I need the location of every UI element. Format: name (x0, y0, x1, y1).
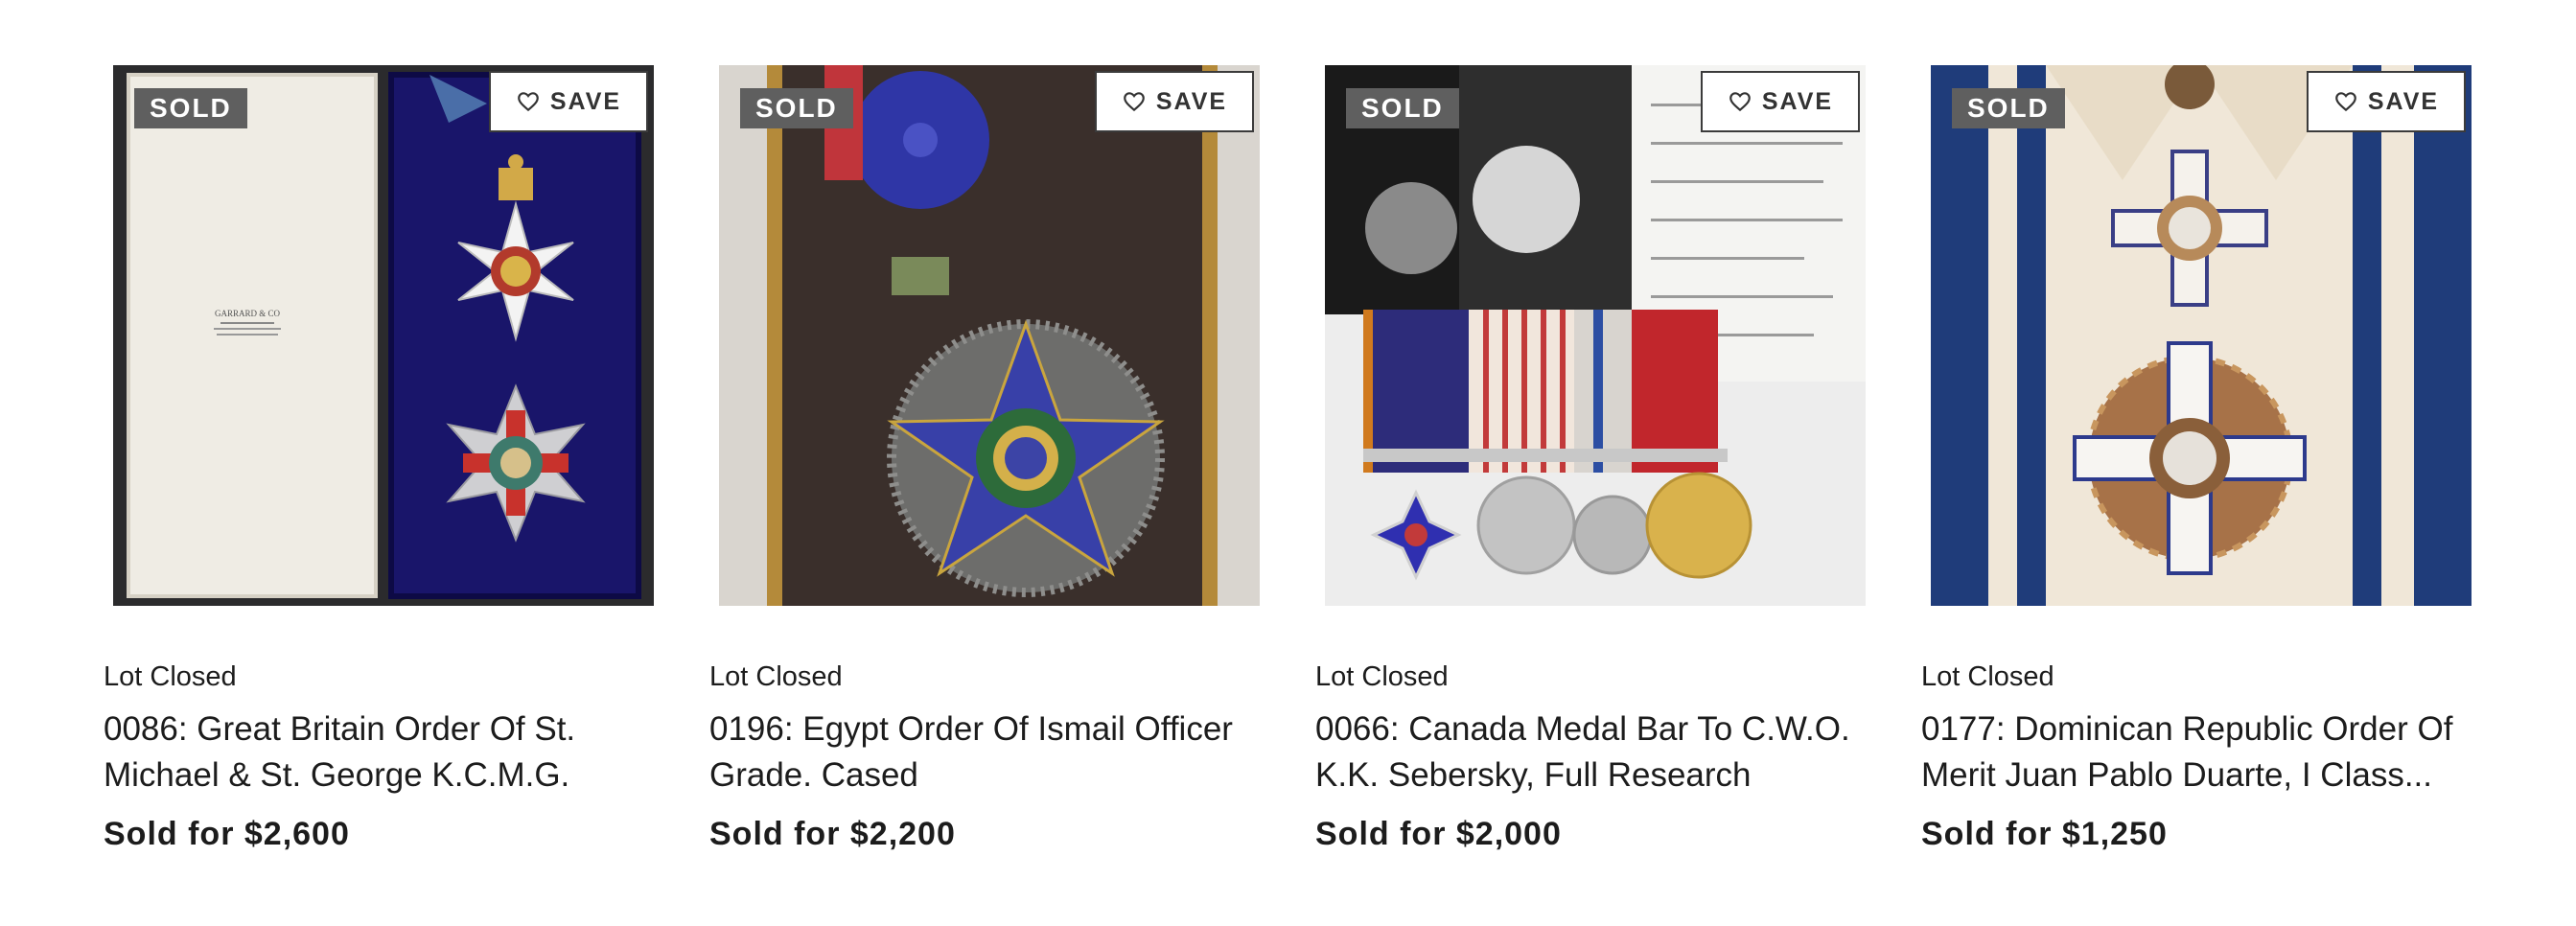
lot-title[interactable]: 0086: Great Britain Order Of St. Michael… (104, 706, 660, 799)
svg-text:GARRARD & CO: GARRARD & CO (215, 309, 281, 318)
lot-image[interactable]: GARRARD & CO SOLD SAVE (113, 65, 654, 606)
save-button[interactable]: SAVE (2307, 71, 2466, 132)
sold-price: Sold for $2,000 (1315, 816, 1562, 852)
heart-outline-icon (1124, 92, 1145, 112)
lot-card[interactable]: SOLD SAVE Lot Closed 0066: Canada Medal … (1315, 0, 1871, 926)
sold-price: Sold for $2,200 (709, 816, 956, 852)
lot-title[interactable]: 0196: Egypt Order Of Ismail Officer Grad… (709, 706, 1265, 799)
lot-photo-cross-order (1931, 65, 2472, 606)
lot-photo-star-order (719, 65, 1260, 606)
lot-card[interactable]: SOLD SAVE Lot Closed 0196: Egypt Order O… (709, 0, 1265, 926)
save-label: SAVE (549, 87, 622, 115)
lot-image[interactable]: SOLD SAVE (1931, 65, 2472, 606)
lot-title[interactable]: 0177: Dominican Republic Order Of Merit … (1921, 706, 2477, 799)
lot-image[interactable]: SOLD SAVE (1325, 65, 1866, 606)
lot-image[interactable]: SOLD SAVE (719, 65, 1260, 606)
lot-card[interactable]: GARRARD & CO SOLD SAVE Lot Closed 0086: … (104, 0, 660, 926)
heart-outline-icon (1729, 92, 1751, 112)
sold-badge: SOLD (134, 88, 247, 128)
lot-status: Lot Closed (1921, 661, 2054, 692)
heart-outline-icon (518, 92, 539, 112)
heart-outline-icon (2335, 92, 2356, 112)
lot-status: Lot Closed (104, 661, 237, 692)
lot-card[interactable]: SOLD SAVE Lot Closed 0177: Dominican Rep… (1921, 0, 2477, 926)
sold-price: Sold for $2,600 (104, 816, 350, 852)
sold-badge: SOLD (1346, 88, 1459, 128)
lot-photo-medal-bar (1325, 65, 1866, 606)
sold-badge: SOLD (1952, 88, 2065, 128)
sold-badge: SOLD (740, 88, 853, 128)
lot-photo-cased-order: GARRARD & CO (113, 65, 654, 606)
save-label: SAVE (1155, 87, 1228, 115)
lot-status: Lot Closed (709, 661, 843, 692)
save-label: SAVE (1761, 87, 1834, 115)
save-button[interactable]: SAVE (489, 71, 648, 132)
lot-status: Lot Closed (1315, 661, 1449, 692)
lot-title[interactable]: 0066: Canada Medal Bar To C.W.O. K.K. Se… (1315, 706, 1871, 799)
sold-price: Sold for $1,250 (1921, 816, 2168, 852)
save-button[interactable]: SAVE (1095, 71, 1254, 132)
save-label: SAVE (2367, 87, 2440, 115)
save-button[interactable]: SAVE (1701, 71, 1860, 132)
